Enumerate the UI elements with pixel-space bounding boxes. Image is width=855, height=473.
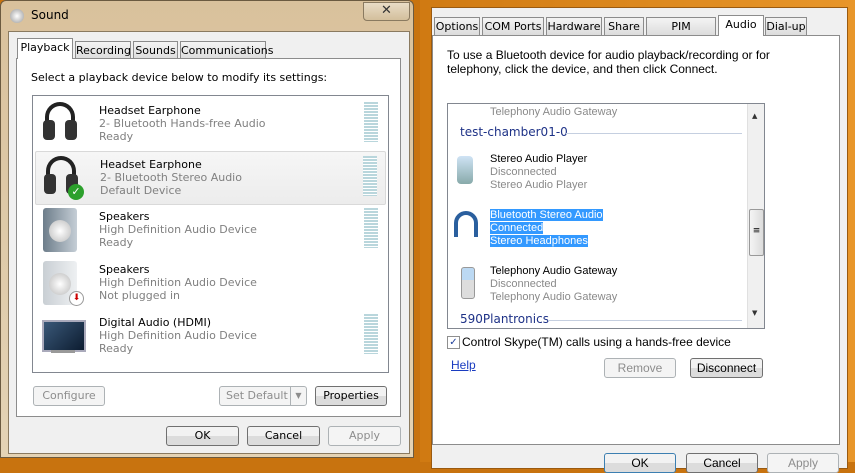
volume-meter	[363, 156, 377, 196]
cancel-button[interactable]: Cancel	[247, 426, 320, 446]
apply-button[interactable]: Apply	[328, 426, 401, 446]
item-status: Connected	[490, 222, 544, 234]
tab-sounds[interactable]: Sounds	[133, 41, 178, 59]
instruction-line-1: To use a Bluetooth device for audio play…	[447, 48, 770, 62]
tab-com-ports[interactable]: COM Ports	[482, 17, 544, 35]
remove-button[interactable]: Remove	[604, 358, 676, 378]
group-divider	[548, 320, 742, 321]
item-type: Stereo Headphones	[490, 235, 588, 247]
configure-button[interactable]: Configure	[33, 386, 105, 406]
device-list-item[interactable]: Digital Audio (HDMI) High Definition Audi…	[35, 310, 386, 362]
close-icon: ✕	[381, 3, 392, 18]
group-header-test-chamber: test-chamber01-0	[460, 125, 568, 139]
set-default-button[interactable]: Set Default ▼	[219, 386, 307, 406]
speaker-unplugged-icon: ⬇	[41, 261, 84, 306]
headset-default-icon: ✓	[42, 156, 84, 200]
set-default-label: Set Default	[226, 389, 288, 402]
device-name: Digital Audio (HDMI)	[99, 316, 211, 329]
bluetooth-device-list[interactable]: Telephony Audio Gateway test-chamber01-0…	[447, 103, 765, 329]
cancel-button[interactable]: Cancel	[686, 453, 758, 473]
list-item[interactable]: Telephony Audio Gateway Disconnected Tel…	[452, 265, 742, 307]
item-name: Bluetooth Stereo Audio	[490, 209, 603, 221]
default-check-icon: ✓	[68, 184, 84, 200]
partial-list-item: Telephony Audio Gateway	[490, 106, 618, 118]
tab-recording[interactable]: Recording	[75, 41, 131, 59]
device-status: Not plugged in	[99, 289, 181, 302]
apply-button[interactable]: Apply	[767, 453, 839, 473]
item-status: Disconnected	[490, 166, 557, 178]
tab-communications[interactable]: Communications	[180, 41, 273, 59]
tab-share[interactable]: Share	[604, 17, 644, 35]
device-status: Ready	[99, 342, 134, 355]
ok-button[interactable]: OK	[604, 453, 676, 473]
unplugged-icon: ⬇	[69, 291, 84, 306]
tab-playback[interactable]: Playback	[17, 38, 73, 59]
group-divider	[566, 133, 742, 134]
device-name: Headset Earphone	[99, 104, 201, 117]
phone-icon	[461, 267, 475, 299]
properties-button[interactable]: Properties	[315, 386, 387, 406]
instruction-line-2: telephony, click the device, and then cl…	[447, 62, 718, 76]
device-status: Default Device	[100, 184, 182, 197]
item-type: Stereo Audio Player	[490, 179, 588, 191]
ok-button[interactable]: OK	[166, 426, 239, 446]
device-list-item[interactable]: ⬇ Speakers High Definition Audio Device Not…	[35, 257, 386, 309]
audio-player-icon	[457, 156, 473, 184]
device-name: Speakers	[99, 210, 150, 223]
device-list-item[interactable]: ✓ Headset Earphone 2- Bluetooth Stereo Aud…	[35, 151, 386, 205]
tab-hardware[interactable]: Hardware	[546, 17, 602, 35]
tab-audio[interactable]: Audio	[718, 15, 764, 36]
device-driver: High Definition Audio Device	[99, 276, 257, 289]
instruction-text: Select a playback device below to modify…	[31, 71, 328, 84]
scroll-up-icon[interactable]: ▲	[752, 112, 757, 120]
playback-device-list[interactable]: Headset Earphone 2- Bluetooth Hands-free …	[32, 95, 389, 373]
device-name: Speakers	[99, 263, 150, 276]
headset-icon	[41, 102, 81, 146]
volume-meter	[364, 208, 378, 248]
disconnect-button[interactable]: Disconnect	[690, 358, 763, 378]
sound-window: Sound ✕ Playback Recording Sounds Commun…	[0, 0, 414, 458]
item-name: Stereo Audio Player	[490, 153, 588, 165]
device-driver: 2- Bluetooth Hands-free Audio	[99, 117, 266, 130]
scroll-thumb[interactable]: ≡	[749, 209, 764, 256]
device-name: Headset Earphone	[100, 158, 202, 171]
device-driver: High Definition Audio Device	[99, 223, 257, 236]
checkmark-icon: ✓	[449, 337, 458, 348]
device-status: Ready	[99, 130, 134, 143]
monitor-icon	[41, 314, 86, 358]
skype-checkbox-label: Control Skype(TM) calls using a hands-fr…	[462, 335, 731, 349]
device-list-item[interactable]: Speakers High Definition Audio Device Read…	[35, 204, 386, 256]
item-status: Disconnected	[490, 278, 557, 290]
list-item-selected[interactable]: Bluetooth Stereo Audio Connected Stereo …	[452, 209, 742, 251]
window-title: Sound	[31, 8, 69, 22]
chevron-down-icon[interactable]: ▼	[290, 387, 306, 405]
help-link[interactable]: Help	[451, 358, 476, 372]
device-driver: High Definition Audio Device	[99, 329, 257, 342]
headphones-icon	[454, 211, 478, 237]
device-driver: 2- Bluetooth Stereo Audio	[100, 171, 242, 184]
item-type: Telephony Audio Gateway	[490, 291, 618, 303]
bluetooth-settings-window: Options COM Ports Hardware Share PIM Int…	[420, 0, 855, 473]
skype-checkbox[interactable]: ✓	[447, 336, 460, 349]
sound-app-icon	[10, 9, 24, 23]
tab-pim-interface[interactable]: PIM Interface	[646, 17, 716, 50]
volume-meter	[364, 314, 378, 354]
device-list-item[interactable]: Headset Earphone 2- Bluetooth Hands-free …	[35, 98, 386, 150]
list-item[interactable]: Stereo Audio Player Disconnected Stereo …	[452, 153, 742, 195]
tab-options[interactable]: Options	[434, 17, 480, 35]
item-name: Telephony Audio Gateway	[490, 265, 618, 277]
device-status: Ready	[99, 236, 134, 249]
volume-meter	[364, 102, 378, 142]
scrollbar[interactable]: ▲ ≡ ▼	[747, 104, 764, 328]
group-header-plantronics: 590Plantronics	[460, 312, 549, 326]
speaker-icon	[41, 208, 81, 252]
close-button[interactable]: ✕	[363, 2, 410, 21]
scroll-down-icon[interactable]: ▼	[752, 309, 757, 317]
tab-dial-up[interactable]: Dial-up	[765, 17, 807, 35]
